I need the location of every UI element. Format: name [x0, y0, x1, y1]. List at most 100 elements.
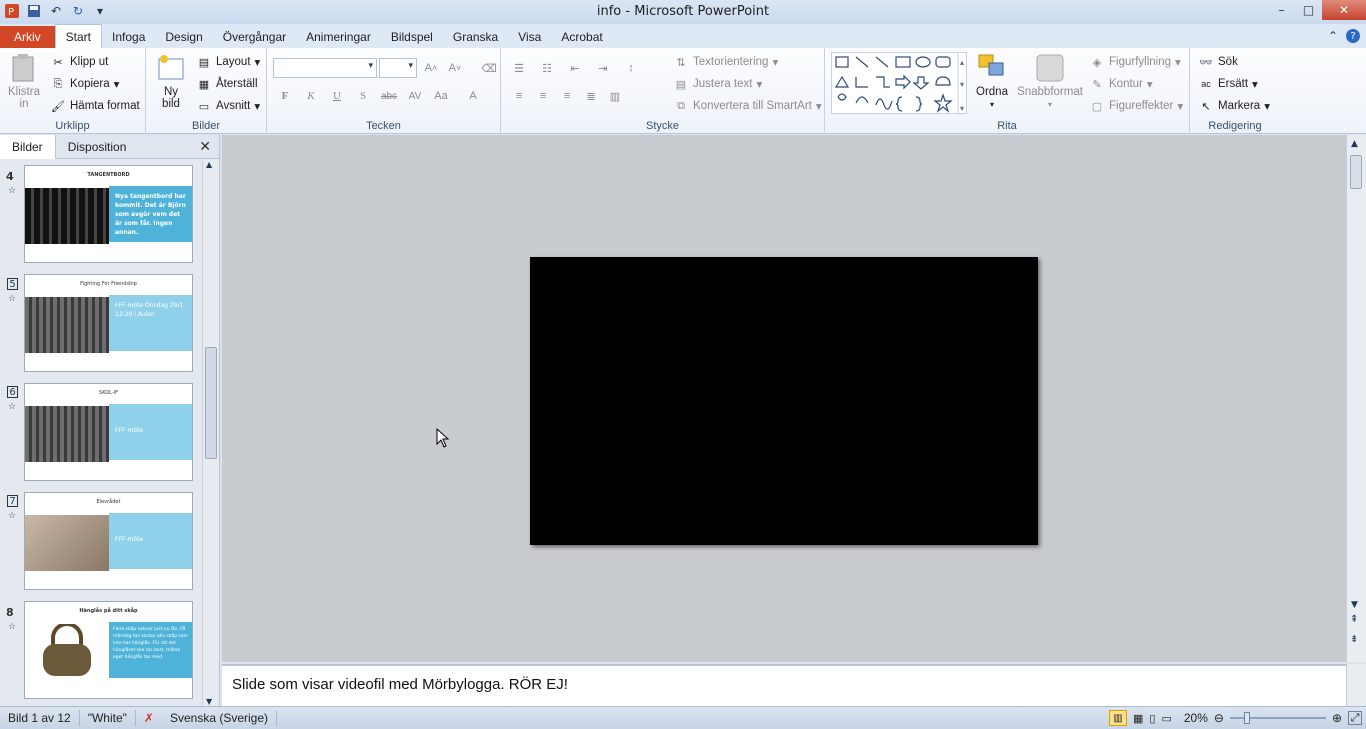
paint-bucket-icon: ◈ — [1092, 56, 1102, 69]
group-label-clipboard: Urklipp — [55, 120, 90, 132]
numbering-icon[interactable]: ☷ — [539, 60, 555, 76]
current-slide[interactable] — [530, 257, 1038, 545]
ribbon: Klistra in ✂ Klipp ut ⎘ Kopiera ▾ 🖌 Hämta fo… — [0, 48, 1366, 134]
quick-styles-button[interactable]: Snabbformat ▾ — [1015, 52, 1085, 109]
tab-acrobat[interactable]: Acrobat — [551, 26, 612, 48]
slide-thumbnail[interactable]: SKOL-IF FFF-möte — [24, 383, 193, 481]
zoom-level[interactable]: 20% — [1184, 711, 1208, 725]
save-icon[interactable] — [26, 3, 42, 19]
close-panel-icon[interactable]: ✕ — [199, 139, 211, 155]
columns-icon[interactable]: ▥ — [607, 88, 623, 104]
align-text-button[interactable]: ▤ Justera text ▾ — [673, 76, 762, 92]
list-buttons: ☰ ☷ ⇤ ⇥ ↕ — [511, 60, 639, 76]
strikethrough-button[interactable]: abc — [381, 88, 397, 104]
decrease-indent-icon[interactable]: ⇤ — [567, 60, 583, 76]
canvas-scrollbar[interactable]: ▲ ▼ ⇞ ⇟ — [1346, 135, 1366, 662]
minimize-button[interactable]: – — [1268, 0, 1295, 20]
canvas-scroll-thumb[interactable] — [1350, 155, 1362, 189]
format-painter-button[interactable]: 🖌 Hämta format — [50, 98, 140, 114]
zoom-slider[interactable] — [1229, 712, 1326, 724]
tab-review[interactable]: Granska — [443, 26, 508, 48]
tab-insert[interactable]: Infoga — [102, 26, 155, 48]
text-direction-button[interactable]: ⇅ Textorientering ▾ — [673, 54, 778, 70]
increase-indent-icon[interactable]: ⇥ — [595, 60, 611, 76]
next-slide-icon[interactable]: ⇟ — [1350, 635, 1358, 645]
layout-button[interactable]: ▤ Layout ▾ — [196, 54, 261, 70]
grow-font-icon[interactable]: A ˄ — [423, 60, 439, 76]
align-center-icon[interactable]: ≡ — [535, 88, 551, 104]
prev-slide-icon[interactable]: ⇞ — [1350, 615, 1358, 625]
bold-button[interactable]: F — [277, 88, 293, 104]
notes-text[interactable]: Slide som visar videofil med Mörbylogga.… — [232, 676, 568, 693]
powerpoint-logo-icon[interactable]: P — [4, 3, 20, 19]
shapes-gallery[interactable]: ▴ ▾ ▾ — [831, 52, 967, 115]
zoom-out-icon[interactable]: ⊖ — [1214, 711, 1224, 725]
line-spacing-icon[interactable]: ↕ — [623, 60, 639, 76]
text-direction-icon: ⇅ — [676, 56, 686, 69]
help-icon[interactable]: ? — [1346, 29, 1360, 43]
redo-icon[interactable]: ↻ — [70, 3, 86, 19]
shape-effects-button[interactable]: ▢ Figureffekter ▾ — [1089, 98, 1183, 114]
shape-fill-button[interactable]: ◈ Figurfyllning ▾ — [1089, 54, 1181, 70]
select-button[interactable]: ↖ Markera ▾ — [1198, 98, 1270, 114]
tab-slideshow[interactable]: Bildspel — [381, 26, 443, 48]
shape-outline-button[interactable]: ✎ Kontur ▾ — [1089, 76, 1152, 92]
fit-slide-icon[interactable]: ⤢ — [1348, 711, 1362, 725]
panel-scrollbar[interactable]: ▲ ▼ — [202, 160, 219, 706]
slide-thumbnail[interactable]: Elevrådet FFF-möte — [24, 492, 193, 590]
change-case-button[interactable]: Aa — [433, 88, 449, 104]
font-name-combo[interactable]: ▾ — [273, 58, 377, 78]
underline-button[interactable]: U — [329, 88, 345, 104]
slide-thumbnail[interactable]: Fighting For Friendship FFF-möte Onsdag … — [24, 274, 193, 372]
align-right-icon[interactable]: ≡ — [559, 88, 575, 104]
undo-icon[interactable]: ↶ — [48, 3, 64, 19]
customize-qat-icon[interactable]: ▾ — [92, 3, 108, 19]
slide-thumbnail[interactable]: Hänglås på ditt skåp Flera skåp saknar j… — [24, 601, 193, 699]
reading-view-icon[interactable]: ▯ — [1149, 712, 1155, 725]
close-button[interactable]: ✕ — [1322, 0, 1366, 20]
char-spacing-button[interactable]: AV — [407, 88, 423, 104]
smartart-icon: ⧉ — [677, 99, 685, 112]
tab-animations[interactable]: Animeringar — [296, 26, 381, 48]
bullets-icon[interactable]: ☰ — [511, 60, 527, 76]
cut-button[interactable]: ✂ Klipp ut — [50, 54, 108, 70]
maximize-button[interactable]: □ — [1295, 0, 1322, 20]
find-button[interactable]: 👓 Sök — [1198, 54, 1238, 70]
font-color-button[interactable]: A — [465, 88, 481, 104]
font-size-combo[interactable]: ▾ — [379, 58, 417, 78]
tab-view[interactable]: Visa — [508, 26, 551, 48]
tab-file[interactable]: Arkiv — [0, 26, 55, 48]
replace-button[interactable]: ac Ersätt ▾ — [1198, 76, 1258, 92]
zoom-in-icon[interactable]: ⊕ — [1332, 711, 1342, 725]
slide-thumbnail[interactable]: TANGENTBORD Nya tangentbord har kommit. … — [24, 165, 193, 263]
align-left-icon[interactable]: ≡ — [511, 88, 527, 104]
copy-button[interactable]: ⎘ Kopiera ▾ — [50, 76, 120, 92]
normal-view-icon[interactable]: ▥ — [1108, 710, 1127, 726]
clear-format-icon[interactable]: ⌫ — [481, 60, 497, 76]
tab-slides[interactable]: Bilder — [0, 134, 56, 159]
arrange-button[interactable]: Ordna ▾ — [975, 52, 1009, 109]
new-slide-button[interactable]: Ny bild — [152, 52, 190, 110]
panel-scroll-thumb[interactable] — [205, 347, 217, 459]
scroll-down-icon[interactable]: ▼ — [1351, 600, 1358, 610]
scroll-up-icon[interactable]: ▲ — [1351, 139, 1358, 149]
italic-button[interactable]: K — [303, 88, 319, 104]
minimize-ribbon-icon[interactable]: ⌃ — [1328, 29, 1338, 43]
shadow-button[interactable]: S — [355, 88, 371, 104]
smartart-button[interactable]: ⧉ Konvertera till SmartArt ▾ — [673, 98, 822, 114]
spellcheck-icon[interactable]: ✗ — [136, 710, 162, 726]
slideshow-view-icon[interactable]: ▭ — [1161, 712, 1171, 725]
tab-outline[interactable]: Disposition — [56, 135, 139, 159]
paste-button[interactable]: Klistra in — [6, 52, 42, 110]
section-button[interactable]: ▭ Avsnitt ▾ — [196, 98, 260, 114]
shrink-font-icon[interactable]: A ˅ — [447, 60, 463, 76]
notes-pane[interactable]: Slide som visar videofil med Mörbylogga.… — [222, 664, 1346, 706]
notes-scrollbar[interactable] — [1346, 664, 1366, 706]
tab-start[interactable]: Start — [54, 24, 103, 48]
tab-transitions[interactable]: Övergångar — [213, 26, 296, 48]
reset-button[interactable]: ▦ Återställ — [196, 76, 258, 92]
language-status[interactable]: Svenska (Sverige) — [162, 710, 278, 726]
justify-icon[interactable]: ≣ — [583, 88, 599, 104]
slide-sorter-icon[interactable]: ▦ — [1133, 712, 1143, 725]
tab-design[interactable]: Design — [155, 26, 212, 48]
